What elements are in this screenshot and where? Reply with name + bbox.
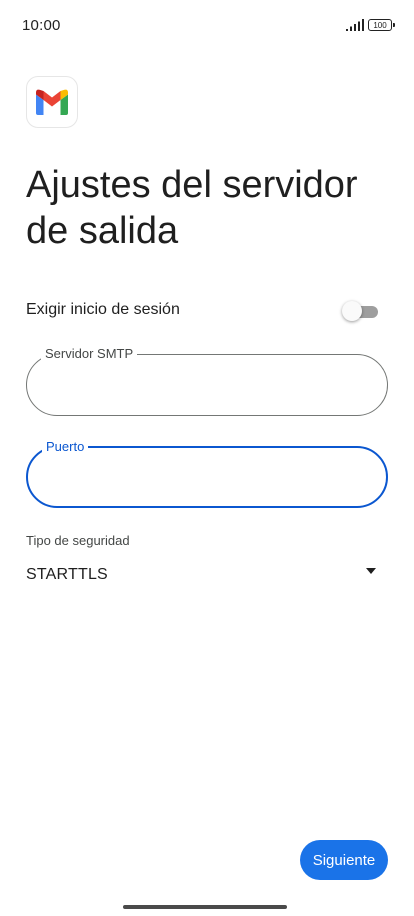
status-time: 10:00	[22, 17, 61, 34]
next-button[interactable]: Siguiente	[300, 840, 388, 880]
security-type-label: Tipo de seguridad	[26, 533, 130, 548]
status-bar: 10:00 100	[0, 0, 414, 52]
home-indicator[interactable]	[123, 905, 287, 909]
smtp-server-label: Servidor SMTP	[41, 346, 138, 362]
port-input[interactable]	[46, 466, 368, 492]
status-icons: 100	[346, 19, 395, 31]
toggle-thumb	[342, 301, 362, 321]
port-label: Puerto	[42, 439, 89, 455]
require-login-row: Exigir inicio de sesión	[26, 296, 378, 326]
require-login-toggle[interactable]	[342, 301, 378, 321]
security-type-dropdown[interactable]: STARTTLS	[26, 560, 378, 592]
smtp-server-field[interactable]: Servidor SMTP	[26, 346, 388, 416]
dropdown-arrow-icon	[366, 568, 376, 574]
gmail-logo	[26, 76, 78, 128]
gmail-logo-icon	[36, 89, 68, 115]
smtp-server-input[interactable]	[45, 373, 369, 399]
port-field[interactable]: Puerto	[26, 439, 388, 508]
signal-bars-icon	[346, 19, 364, 31]
require-login-label: Exigir inicio de sesión	[26, 301, 180, 318]
security-type-value: STARTTLS	[26, 566, 108, 583]
outgoing-server-settings-screen: 10:00 100 Ajustes del servidor de salida…	[0, 0, 414, 916]
battery-icon: 100	[368, 19, 395, 31]
page-title: Ajustes del servidor de salida	[26, 164, 358, 252]
battery-level: 100	[373, 21, 387, 30]
